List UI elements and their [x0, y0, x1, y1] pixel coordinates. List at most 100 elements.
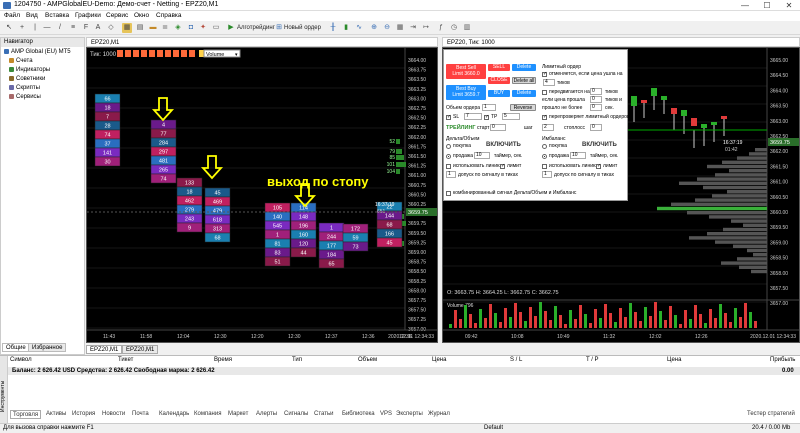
- bars-chart-icon[interactable]: ╫: [328, 23, 338, 33]
- text-icon[interactable]: A: [93, 23, 103, 33]
- open-folder-icon[interactable]: ▬: [148, 23, 158, 33]
- tab-favorites[interactable]: Избранное: [28, 343, 67, 352]
- toolbar-icon-1[interactable]: [117, 50, 123, 57]
- col-symbol[interactable]: Символ: [10, 357, 32, 363]
- menu-help[interactable]: Справка: [156, 12, 182, 19]
- navigator-services[interactable]: Сервисы: [9, 94, 41, 100]
- new-chart-icon[interactable]: ▦: [122, 23, 132, 33]
- delta-tolerance-input[interactable]: 1: [446, 171, 456, 178]
- imb-tolerance-input[interactable]: 1: [542, 171, 552, 178]
- col-ticket[interactable]: Тикет: [118, 357, 133, 363]
- sell-button[interactable]: SELL: [488, 64, 510, 71]
- trendline-icon[interactable]: /: [55, 23, 65, 33]
- tab-experts[interactable]: Эксперты: [394, 410, 425, 419]
- toolbar-icon-9[interactable]: [181, 50, 187, 57]
- delta-sell-radio[interactable]: [446, 154, 451, 159]
- tab-alerts[interactable]: Алерты: [254, 410, 279, 419]
- balance-row[interactable]: Баланс: 2 626.42 USD Средства: 2 626.42 …: [8, 367, 800, 375]
- tab-vps[interactable]: VPS: [378, 410, 394, 419]
- delete-all-button[interactable]: Delete all: [512, 77, 536, 84]
- reposition-checkbox[interactable]: [542, 114, 547, 120]
- delta-enable-button[interactable]: ВКЛЮЧИТЬ: [486, 142, 521, 148]
- tp-input[interactable]: 5: [502, 113, 520, 120]
- tab-company[interactable]: Компания: [192, 410, 223, 419]
- tab-signals[interactable]: Сигналы: [282, 410, 310, 419]
- profiles-icon[interactable]: ▤: [135, 23, 145, 33]
- col-price[interactable]: Цена: [432, 357, 446, 363]
- navigator-icon[interactable]: ✦: [198, 23, 208, 33]
- delta-use-line-checkbox[interactable]: [446, 164, 451, 169]
- stoploss-input[interactable]: 0: [590, 124, 602, 131]
- col-price2[interactable]: Цена: [667, 357, 681, 363]
- fibo-icon[interactable]: F: [81, 23, 91, 33]
- imb-buy-radio[interactable]: [542, 144, 547, 149]
- imb-enable-button[interactable]: ВКЛЮЧИТЬ: [582, 142, 617, 148]
- tab-market[interactable]: Маркет: [226, 410, 250, 419]
- candles-icon[interactable]: ▮: [341, 23, 351, 33]
- hline-icon[interactable]: —: [42, 23, 52, 33]
- imb-sell-radio[interactable]: [542, 154, 547, 159]
- menu-charts[interactable]: Графики: [75, 12, 101, 19]
- delta-limit-checkbox[interactable]: [500, 163, 505, 169]
- algotrading-icon[interactable]: ▶: [226, 23, 236, 33]
- chart1-window[interactable]: Тик: 1000 Volume ▾ 3664.00 3663.75 3663.50…: [86, 47, 438, 343]
- reverse-button[interactable]: Reverse: [510, 104, 536, 111]
- navigator-indicators[interactable]: Индикаторы: [9, 67, 50, 73]
- delta-buy-radio[interactable]: [446, 144, 451, 149]
- chart1-canvas[interactable]: Тик: 1000 Volume ▾ 3664.003663.753663.50…: [87, 48, 437, 342]
- imb-use-line-checkbox[interactable]: [542, 164, 547, 169]
- tab-library[interactable]: Библиотека: [340, 410, 377, 419]
- toolbar-icon-5[interactable]: [149, 50, 155, 57]
- tab-news[interactable]: Новости: [100, 410, 127, 419]
- tile-windows-icon[interactable]: ▦: [395, 23, 405, 33]
- history-icon[interactable]: ≣: [160, 23, 170, 33]
- delta-sell-input[interactable]: 10: [474, 152, 490, 159]
- line-chart-icon[interactable]: ∿: [354, 23, 364, 33]
- col-sl[interactable]: S / L: [510, 357, 522, 363]
- imb-sell-input[interactable]: 10: [570, 152, 586, 159]
- vline-icon[interactable]: |: [30, 23, 40, 33]
- toolbar-icon-8[interactable]: [173, 50, 179, 57]
- move-checkbox[interactable]: [542, 90, 547, 95]
- imb-limit-checkbox[interactable]: [596, 163, 601, 169]
- if-price-input[interactable]: 0: [590, 96, 602, 103]
- maximize-button[interactable]: ☐: [756, 0, 778, 11]
- toolbar-icon-6[interactable]: [157, 50, 163, 57]
- close-button[interactable]: ✕: [778, 0, 800, 11]
- new-order-button[interactable]: Новый ордер: [284, 23, 321, 33]
- chart-shift-icon[interactable]: ↦: [421, 23, 431, 33]
- crosshair-icon[interactable]: +: [17, 23, 27, 33]
- data-window-icon[interactable]: ◘: [186, 23, 196, 33]
- sl-input[interactable]: 7: [464, 113, 482, 120]
- best-buy-button[interactable]: Best Buy Limit 3659.7: [446, 85, 486, 100]
- chart-tab-1[interactable]: EPZ20,M1: [86, 345, 123, 354]
- indicators-icon[interactable]: ƒ: [436, 23, 446, 33]
- strategy-tester-button[interactable]: Тестер стратегий: [745, 410, 797, 419]
- tab-history[interactable]: История: [70, 410, 97, 419]
- volume-input[interactable]: 1: [482, 104, 496, 111]
- shapes-icon[interactable]: ◇: [106, 23, 116, 33]
- cursor-icon[interactable]: ↖: [4, 23, 14, 33]
- col-type[interactable]: Тип: [292, 357, 302, 363]
- navigator-experts[interactable]: Советники: [9, 76, 45, 82]
- best-sell-button[interactable]: Best Sell Limit 3660.0: [446, 64, 486, 79]
- col-time[interactable]: Время: [214, 357, 232, 363]
- start-input[interactable]: 0: [490, 124, 506, 131]
- periods-icon[interactable]: ◷: [449, 23, 459, 33]
- col-tp[interactable]: T / P: [586, 357, 599, 363]
- col-profit[interactable]: Прибыль: [770, 357, 795, 363]
- tab-calendar[interactable]: Календарь: [157, 410, 191, 419]
- combined-checkbox[interactable]: [446, 191, 451, 196]
- close-position-button[interactable]: CLOSE: [488, 77, 510, 84]
- tab-trade[interactable]: Торговля: [10, 410, 42, 419]
- tab-assets[interactable]: Активы: [44, 410, 68, 419]
- tab-common[interactable]: Общие: [2, 343, 30, 352]
- col-volume[interactable]: Объем: [358, 357, 377, 363]
- step-input[interactable]: 2: [542, 124, 554, 131]
- tp-checkbox[interactable]: [484, 114, 489, 120]
- delete-sell-button[interactable]: Delete: [512, 64, 536, 71]
- toolbar-icon-4[interactable]: [141, 50, 147, 57]
- tab-journal[interactable]: Журнал: [426, 410, 452, 419]
- navigator-broker[interactable]: AMP Global (EU) MT5: [4, 49, 71, 55]
- terminal-icon[interactable]: ▭: [211, 23, 221, 33]
